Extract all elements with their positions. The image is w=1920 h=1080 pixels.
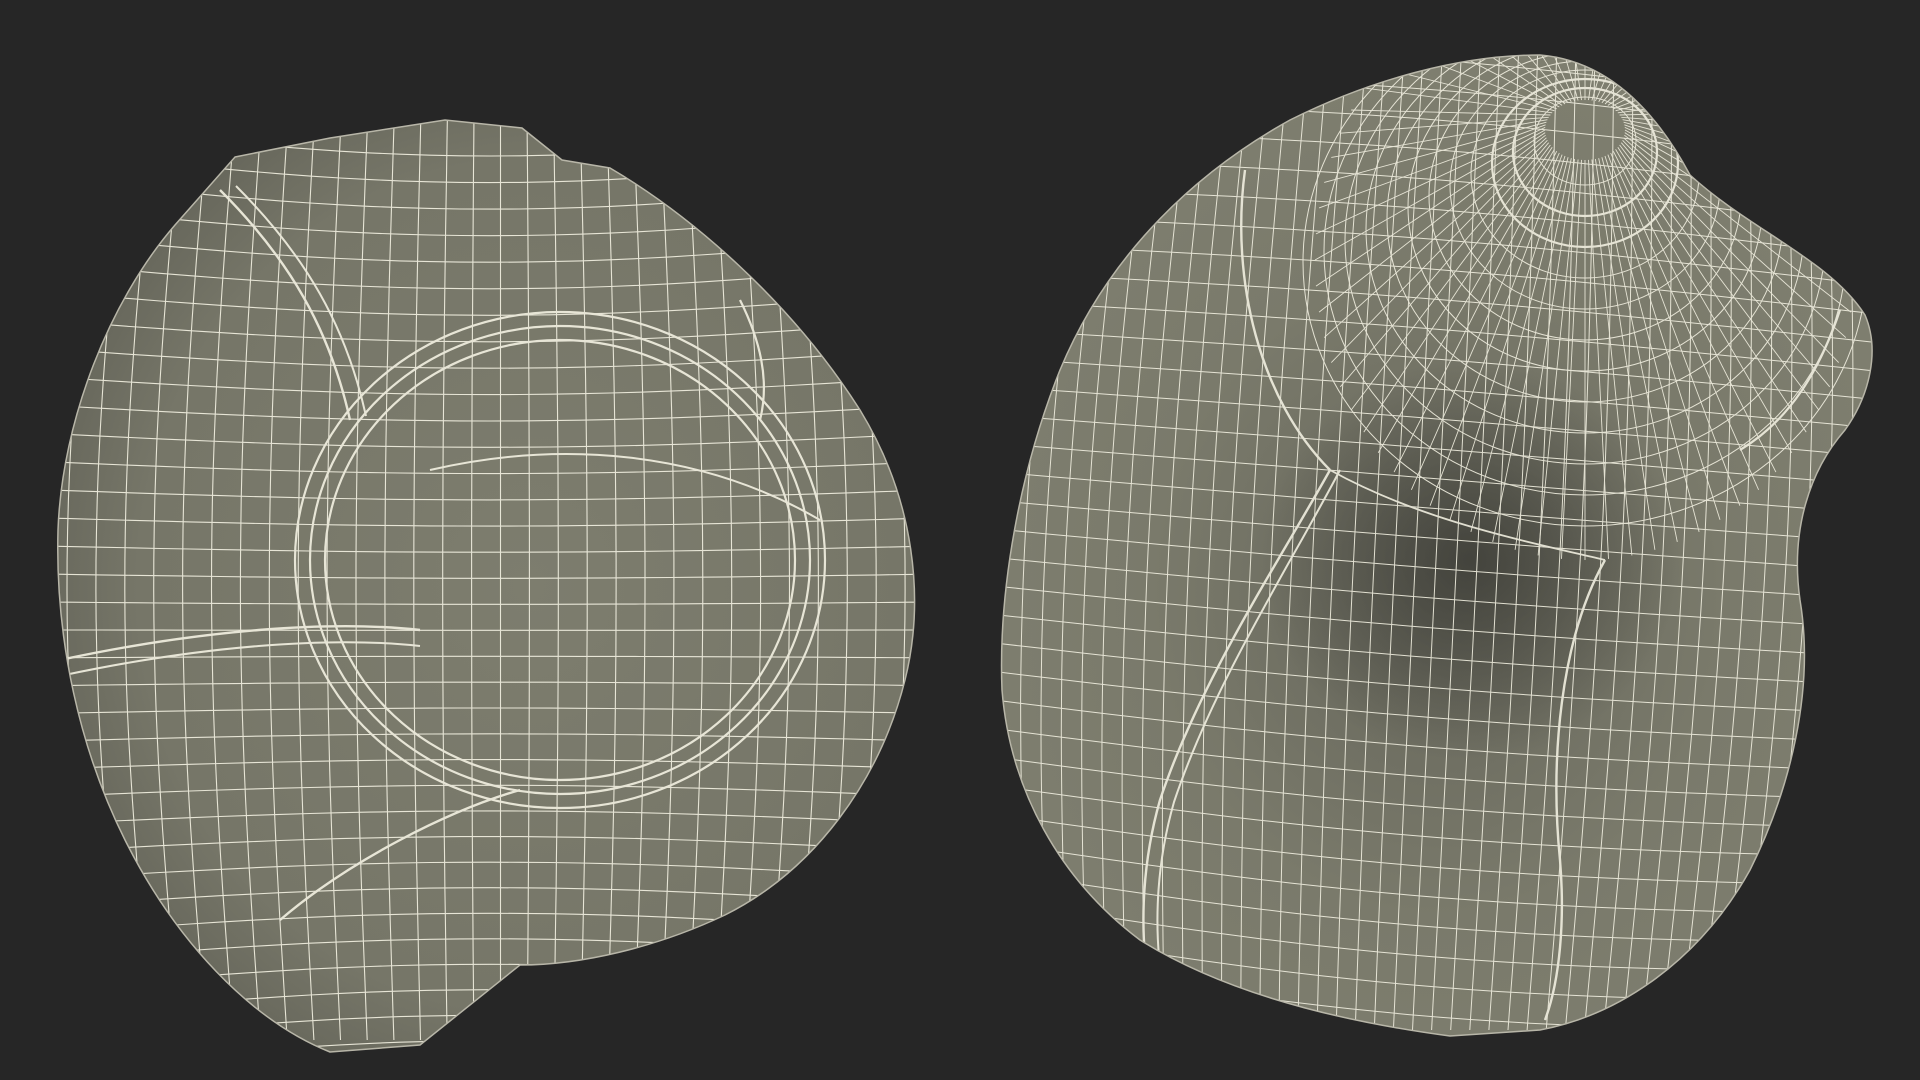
mesh-column-line — [1813, 55, 1873, 1031]
bean-bag-right — [1000, 54, 1873, 1037]
cone-radial-line — [1615, 66, 1792, 112]
mesh-column-line — [1832, 55, 1873, 1031]
mesh-column-line — [925, 110, 963, 1040]
mesh-column-line — [1794, 55, 1854, 1031]
cone-radial-line — [1613, 55, 1777, 110]
mesh-column-line — [951, 110, 992, 1040]
cone-radial-line — [1617, 87, 1807, 114]
cone-radial-line — [1607, 55, 1741, 106]
render-viewport — [9, 54, 1873, 1053]
mesh-row-line — [57, 1040, 915, 1052]
mesh-column-line — [9, 110, 50, 1040]
bean-bag-left — [9, 110, 992, 1053]
mesh-row-line — [57, 1014, 915, 1046]
mesh-row-line — [57, 989, 915, 1018]
mesh-column-line — [1851, 55, 1873, 1031]
cone-radial-line — [1610, 55, 1759, 108]
